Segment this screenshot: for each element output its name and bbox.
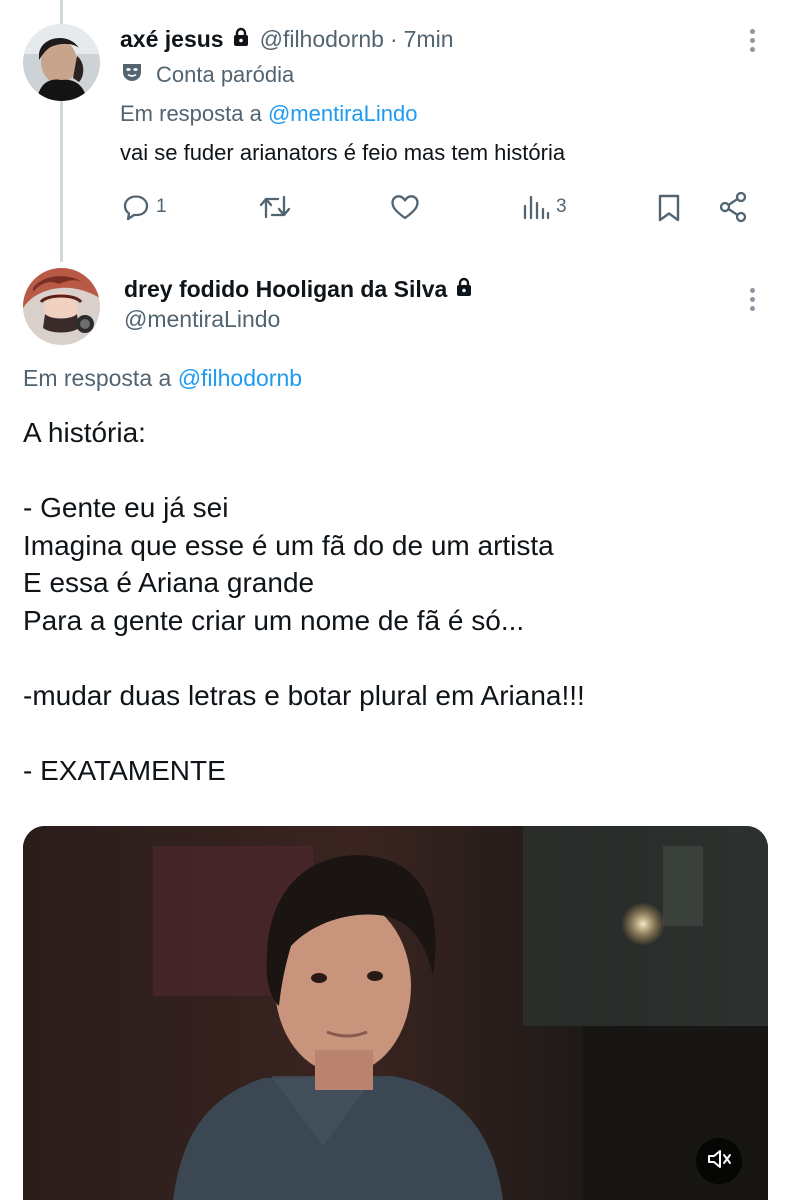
tweet2-text-line: -mudar duas letras e botar plural em Ari… <box>23 679 585 711</box>
tweet1-parody-label: Conta paródia <box>120 60 294 90</box>
tweet2-text-line: Imagina que esse é um fã do de um artist… <box>23 529 554 561</box>
views-icon <box>522 193 550 221</box>
tweet2-text-line: - Gente eu já sei <box>23 492 229 523</box>
volume-button[interactable] <box>696 1138 742 1184</box>
like-button[interactable] <box>390 193 420 221</box>
tweet1-reply-to-link[interactable]: @mentiraLindo <box>268 101 418 126</box>
reply-icon <box>122 193 150 221</box>
tweet1-time[interactable]: 7min <box>404 26 454 53</box>
tweet2-reply-to-link[interactable]: @filhodornb <box>178 365 302 391</box>
tweet2-text-line: - EXATAMENTE <box>23 754 226 786</box>
tweet2-text-line <box>23 639 585 677</box>
tweet2-handle[interactable]: @mentiraLindo <box>124 306 280 333</box>
tweet2-more-icon[interactable] <box>740 284 764 314</box>
share-icon <box>718 191 748 223</box>
mask-icon <box>120 60 144 90</box>
tweet2-text-line <box>23 714 585 752</box>
tweet1-action-bar: 1 3 <box>0 189 791 227</box>
repost-icon <box>258 193 292 221</box>
bookmark-button[interactable] <box>656 193 682 223</box>
lock-icon <box>455 276 473 303</box>
tweet1-reply-prefix: Em resposta a <box>120 101 262 126</box>
lock-icon <box>232 26 250 53</box>
tweet1-parody-text: Conta paródia <box>156 62 295 87</box>
repost-button[interactable] <box>258 193 292 221</box>
reply-button[interactable]: 1 <box>122 193 167 221</box>
tweet1-header: axé jesus @filhodornb · 7min <box>120 24 454 54</box>
tweet2-text-line: A história: <box>23 417 146 448</box>
tweet1-handle[interactable]: @filhodornb <box>260 26 384 53</box>
volume-icon <box>706 1147 732 1176</box>
tweet2-reply-context: Em resposta a @filhodornb <box>23 365 302 392</box>
tweet1-text: vai se fuder arianators é feio mas tem h… <box>120 140 566 165</box>
views-button[interactable]: 3 <box>522 193 567 221</box>
tweet1-display-name[interactable]: axé jesus <box>120 26 224 53</box>
tweet2-text-line: E essa é Ariana grande <box>23 567 315 598</box>
tweet1-more-icon[interactable] <box>740 25 764 55</box>
tweet2-text: A história: - Gente eu já sei Imagina qu… <box>23 414 585 789</box>
tweet2-text-line <box>23 452 585 490</box>
tweet2-display-name[interactable]: drey fodido Hooligan da Silva <box>124 276 447 303</box>
views-count: 3 <box>556 196 567 217</box>
tweet1-separator: · <box>389 25 398 52</box>
share-button[interactable] <box>718 191 748 223</box>
reply-count: 1 <box>156 196 167 217</box>
tweet2-reply-prefix: Em resposta a <box>23 365 172 391</box>
tweet2-name-row: drey fodido Hooligan da Silva <box>124 276 483 303</box>
tweet1-reply-context: Em resposta a @mentiraLindo <box>120 101 418 127</box>
tweet2-avatar[interactable] <box>23 268 100 345</box>
tweet2-video[interactable] <box>23 826 768 1200</box>
tweet2-text-line: Para a gente criar um nome de fã é só... <box>23 604 525 636</box>
like-icon <box>390 193 420 221</box>
tweet1-avatar[interactable] <box>23 24 100 101</box>
bookmark-icon <box>656 193 682 223</box>
